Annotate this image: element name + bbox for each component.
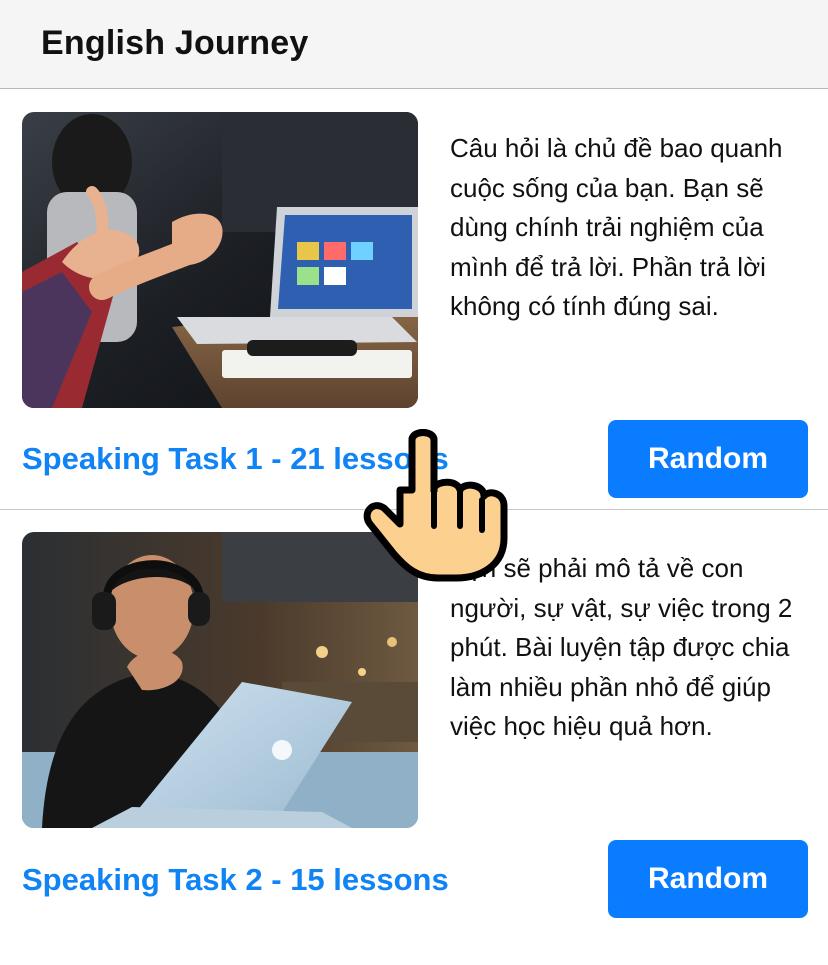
random-button-task-2[interactable]: Random: [608, 840, 808, 918]
random-button-task-1[interactable]: Random: [608, 420, 808, 498]
lesson-description: Bạn sẽ phải mô tả về con người, sự vật, …: [450, 553, 793, 741]
lesson-thumbnail-meeting[interactable]: [22, 112, 418, 408]
page-title: English Journey: [41, 24, 309, 62]
lesson-thumbnail-headphones[interactable]: [22, 532, 418, 828]
lesson-description: Câu hỏi là chủ đề bao quanh cuộc sống củ…: [450, 133, 783, 321]
lesson-card-task-2: Bạn sẽ phải mô tả về con người, sự vật, …: [0, 510, 828, 965]
lesson-card-task-1: Câu hỏi là chủ đề bao quanh cuộc sống củ…: [0, 89, 828, 510]
task-1-link[interactable]: Speaking Task 1 - 21 lessons: [22, 441, 449, 477]
app-header: English Journey: [0, 0, 828, 89]
task-2-link[interactable]: Speaking Task 2 - 15 lessons: [22, 862, 449, 898]
